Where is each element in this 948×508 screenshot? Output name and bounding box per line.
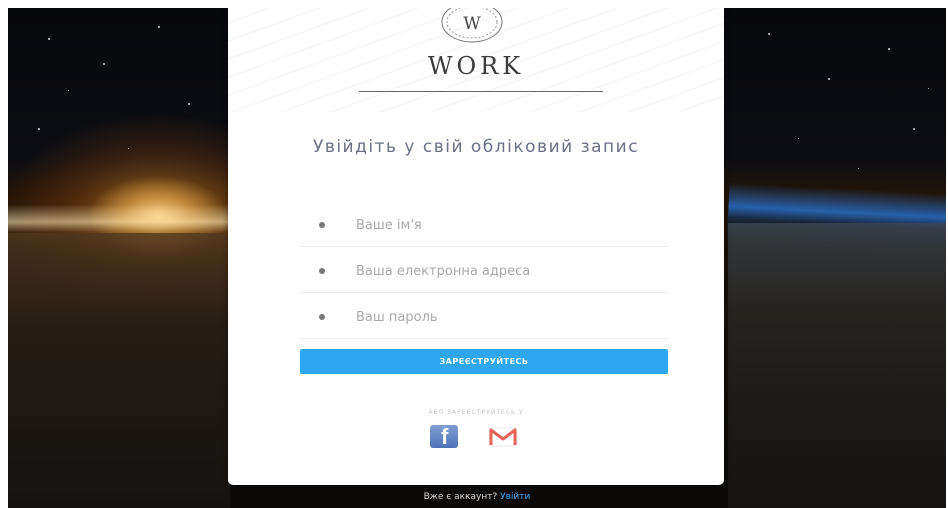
name-field xyxy=(300,202,668,247)
star xyxy=(48,38,50,40)
form-heading: Увійдіть у свій обліковий запис xyxy=(312,137,640,157)
star xyxy=(38,128,40,130)
star xyxy=(858,168,859,169)
login-prompt: Вже є аккаунт? Увійти xyxy=(8,492,946,502)
star xyxy=(768,33,770,35)
star xyxy=(128,148,129,149)
email-field-icon xyxy=(319,268,325,274)
name-field-icon xyxy=(319,222,325,228)
register-button[interactable]: ЗАРЕЄСТРУЙТЕСЬ xyxy=(300,349,668,374)
star xyxy=(188,103,190,105)
brand-name: WORK xyxy=(427,52,525,80)
star xyxy=(888,48,890,50)
earth-surface-right xyxy=(728,223,946,508)
login-link[interactable]: Увійти xyxy=(500,492,530,502)
star xyxy=(913,128,915,130)
star xyxy=(103,63,105,65)
login-prompt-text: Вже є аккаунт? xyxy=(423,492,498,502)
password-field xyxy=(300,294,668,339)
laurel-logo-icon: W xyxy=(441,8,503,43)
logo-letter: W xyxy=(463,14,481,34)
star xyxy=(798,138,799,139)
star xyxy=(158,26,160,28)
page-background: W WORK Увійдіть у свій обліковий запис З… xyxy=(8,8,946,508)
name-input[interactable] xyxy=(356,214,656,236)
star xyxy=(828,78,830,80)
earth-surface-left xyxy=(8,233,230,508)
email-input[interactable] xyxy=(356,260,656,282)
signup-card: W WORK Увійдіть у свій обліковий запис З… xyxy=(228,8,724,485)
star xyxy=(928,88,929,89)
social-signup-label: АБО ЗАРЕЄСТРУЙТЕСЬ У xyxy=(428,409,524,416)
password-input[interactable] xyxy=(356,306,656,328)
logo-divider xyxy=(359,91,603,92)
email-field xyxy=(300,248,668,293)
facebook-icon: f xyxy=(441,424,449,449)
star xyxy=(68,90,69,91)
gmail-icon[interactable] xyxy=(488,427,518,447)
password-field-icon xyxy=(319,314,325,320)
facebook-button[interactable]: f xyxy=(430,425,458,448)
